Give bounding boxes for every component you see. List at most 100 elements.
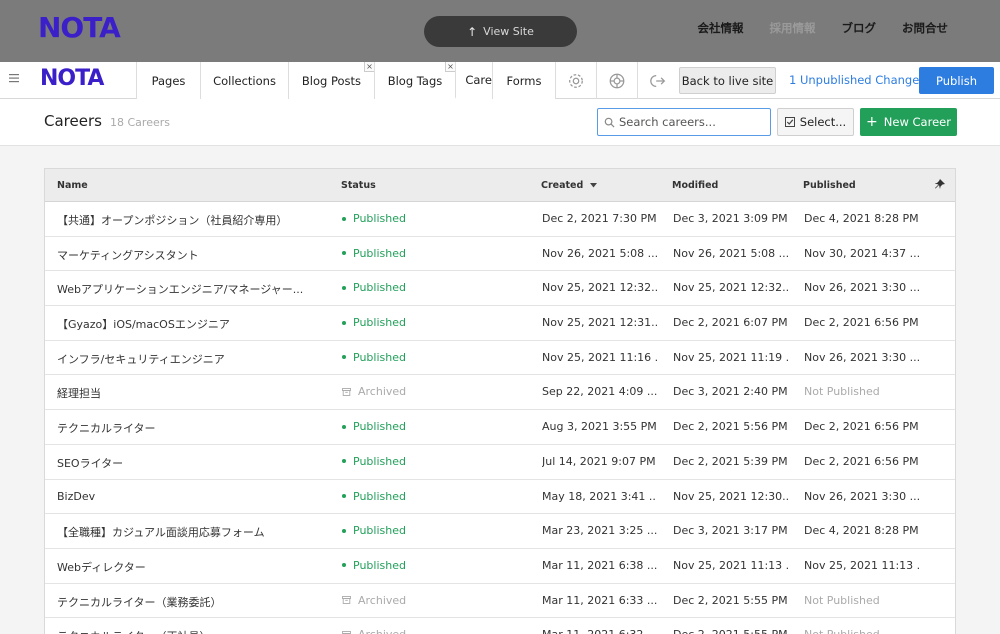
cell-published: Dec 2, 2021 6:56 PM [804,316,919,330]
column-header-name[interactable]: Name [57,180,88,191]
plus-icon: + [866,114,878,130]
published-dot-icon [342,424,346,429]
table-row[interactable]: BizDev Published May 18, 2021 3:41 ... Nov … [45,480,955,515]
cell-status: Archived [342,628,462,634]
cell-name[interactable]: 経理担当 [57,385,317,401]
cell-name[interactable]: マーケティングアシスタント [57,247,317,263]
search-box[interactable] [597,108,771,136]
site-nav-contact[interactable]: お問合せ [902,20,948,36]
table-row[interactable]: Webアプリケーションエンジニア/マネージャー... Published Nov 2… [45,271,955,307]
table-row[interactable]: Webディレクター Published Mar 11, 2021 6:38 ... N… [45,549,955,584]
cell-created: Mar 11, 2021 6:32 ... [542,628,657,634]
hamburger-menu-icon[interactable] [9,73,21,87]
table-row[interactable]: テクニカルライター Published Aug 3, 2021 3:55 PM Dec… [45,410,955,445]
close-icon[interactable]: × [364,62,374,72]
tab-careers[interactable]: Care [455,62,492,99]
settings-gear-icon[interactable] [555,62,596,99]
new-career-button[interactable]: + New Career [860,108,957,136]
table-row[interactable]: 【Gyazo】iOS/macOSエンジニア Published Nov 25, 20… [45,306,955,341]
table-row[interactable]: 【全職種】カジュアル面談用応募フォーム Published Mar 23, 2021… [45,514,955,549]
pin-icon[interactable] [934,179,945,192]
cell-name[interactable]: BizDev [57,490,317,503]
published-dot-icon [342,251,346,256]
site-nav: 会社情報 採用情報 ブログ お問合せ [698,20,949,36]
tab-collections[interactable]: Collections [200,62,288,99]
table-row[interactable]: 【共通】オープンポジション（社員紹介専用） Published Dec 2, 202… [45,202,955,237]
back-to-live-site-button[interactable]: Back to live site [679,67,776,94]
cms-logo[interactable]: NOTA [40,66,104,91]
status-text: Published [353,246,406,260]
status-text: Archived [358,385,407,399]
publish-button[interactable]: Publish [919,67,994,94]
cell-modified: Nov 25, 2021 11:19 ... [673,350,788,364]
search-input[interactable] [619,115,764,129]
cell-name[interactable]: テクニカルライター [57,420,317,436]
view-site-button[interactable]: ↑ View Site [424,16,577,47]
close-icon[interactable]: × [445,62,455,72]
table-row[interactable]: 経理担当 Archived Sep 22, 2021 4:09 ... Dec 3, … [45,375,955,411]
unpublished-changes-link[interactable]: 1 Unpublished Change [789,73,919,87]
cell-name[interactable]: テクニカルライター（正社員） [57,628,317,634]
cell-modified: Dec 3, 2021 3:17 PM [673,524,788,538]
tab-pages[interactable]: Pages [136,62,200,99]
cell-name[interactable]: 【全職種】カジュアル面談用応募フォーム [57,524,317,540]
cell-status: Published [342,559,462,572]
cell-modified: Dec 2, 2021 5:55 PM [673,593,788,607]
table-row[interactable]: マーケティングアシスタント Published Nov 26, 2021 5:08 … [45,237,955,272]
status-text: Published [353,420,406,434]
column-header-status[interactable]: Status [341,180,376,191]
checkbox-icon [784,117,795,127]
published-dot-icon [342,494,346,498]
cell-name[interactable]: 【Gyazo】iOS/macOSエンジニア [57,316,317,332]
site-nav-recruit[interactable]: 採用情報 [770,20,816,36]
cms-toolbar: NOTA Pages Collections Blog Posts × Blog … [0,62,1000,99]
help-lifebuoy-icon[interactable] [596,62,637,99]
page-title: Careers [44,112,102,130]
cell-published: Dec 4, 2021 8:28 PM [804,524,919,538]
cell-status: Archived [342,385,462,398]
cell-name[interactable]: SEOライター [57,455,317,471]
table-row[interactable]: インフラ/セキュリティエンジニア Published Nov 25, 2021 11… [45,341,955,376]
cell-created: Aug 3, 2021 3:55 PM [542,420,657,434]
column-header-created[interactable]: Created [541,180,597,191]
cell-name[interactable]: Webディレクター [57,559,317,575]
cell-published: Not Published [804,628,919,634]
tab-label: Care [465,72,492,87]
site-nav-blog[interactable]: ブログ [842,20,877,36]
tab-forms[interactable]: Forms [492,62,555,99]
item-count: 18 Careers [110,116,170,129]
published-dot-icon [342,528,346,533]
table-row[interactable]: テクニカルライター（正社員） Archived Mar 11, 2021 6:32 … [45,618,955,634]
cell-modified: Dec 2, 2021 5:55 PM [673,628,788,634]
cell-created: Mar 11, 2021 6:33 ... [542,593,657,607]
tab-label: Blog Posts [301,73,362,88]
select-button[interactable]: Select... [777,108,854,136]
cell-modified: Dec 2, 2021 5:56 PM [673,420,788,434]
column-header-published[interactable]: Published [803,180,856,191]
site-nav-company[interactable]: 会社情報 [698,20,744,36]
cell-name[interactable]: インフラ/セキュリティエンジニア [57,351,317,367]
site-logo[interactable]: NOTA [38,11,121,44]
cell-created: May 18, 2021 3:41 ... [542,489,657,503]
status-text: Published [353,281,406,295]
cell-name[interactable]: テクニカルライター（業務委託） [57,594,317,610]
published-dot-icon [342,459,346,464]
cell-name[interactable]: Webアプリケーションエンジニア/マネージャー... [57,281,317,297]
cell-published: Nov 26, 2021 3:30 ... [804,350,919,364]
tab-blog-tags[interactable]: Blog Tags × [374,62,455,99]
cell-name[interactable]: 【共通】オープンポジション（社員紹介専用） [57,212,317,228]
sort-desc-icon [589,183,597,188]
table-row[interactable]: テクニカルライター（業務委託） Archived Mar 11, 2021 6:33… [45,584,955,619]
logout-icon[interactable] [637,62,678,99]
cell-published: Nov 26, 2021 3:30 ... [804,281,919,295]
table-row[interactable]: SEOライター Published Jul 14, 2021 9:07 PM Dec … [45,445,955,480]
cell-modified: Nov 26, 2021 5:08 ... [673,246,788,260]
arrow-up-icon: ↑ [467,24,478,39]
column-header-modified[interactable]: Modified [672,180,718,191]
cell-published: Dec 2, 2021 6:56 PM [804,454,919,468]
cell-published: Dec 4, 2021 8:28 PM [804,212,919,225]
cell-created: Nov 25, 2021 11:16 ... [542,350,657,364]
tab-blog-posts[interactable]: Blog Posts × [288,62,374,99]
view-site-label: View Site [483,25,534,38]
cell-modified: Dec 2, 2021 5:39 PM [673,454,788,468]
